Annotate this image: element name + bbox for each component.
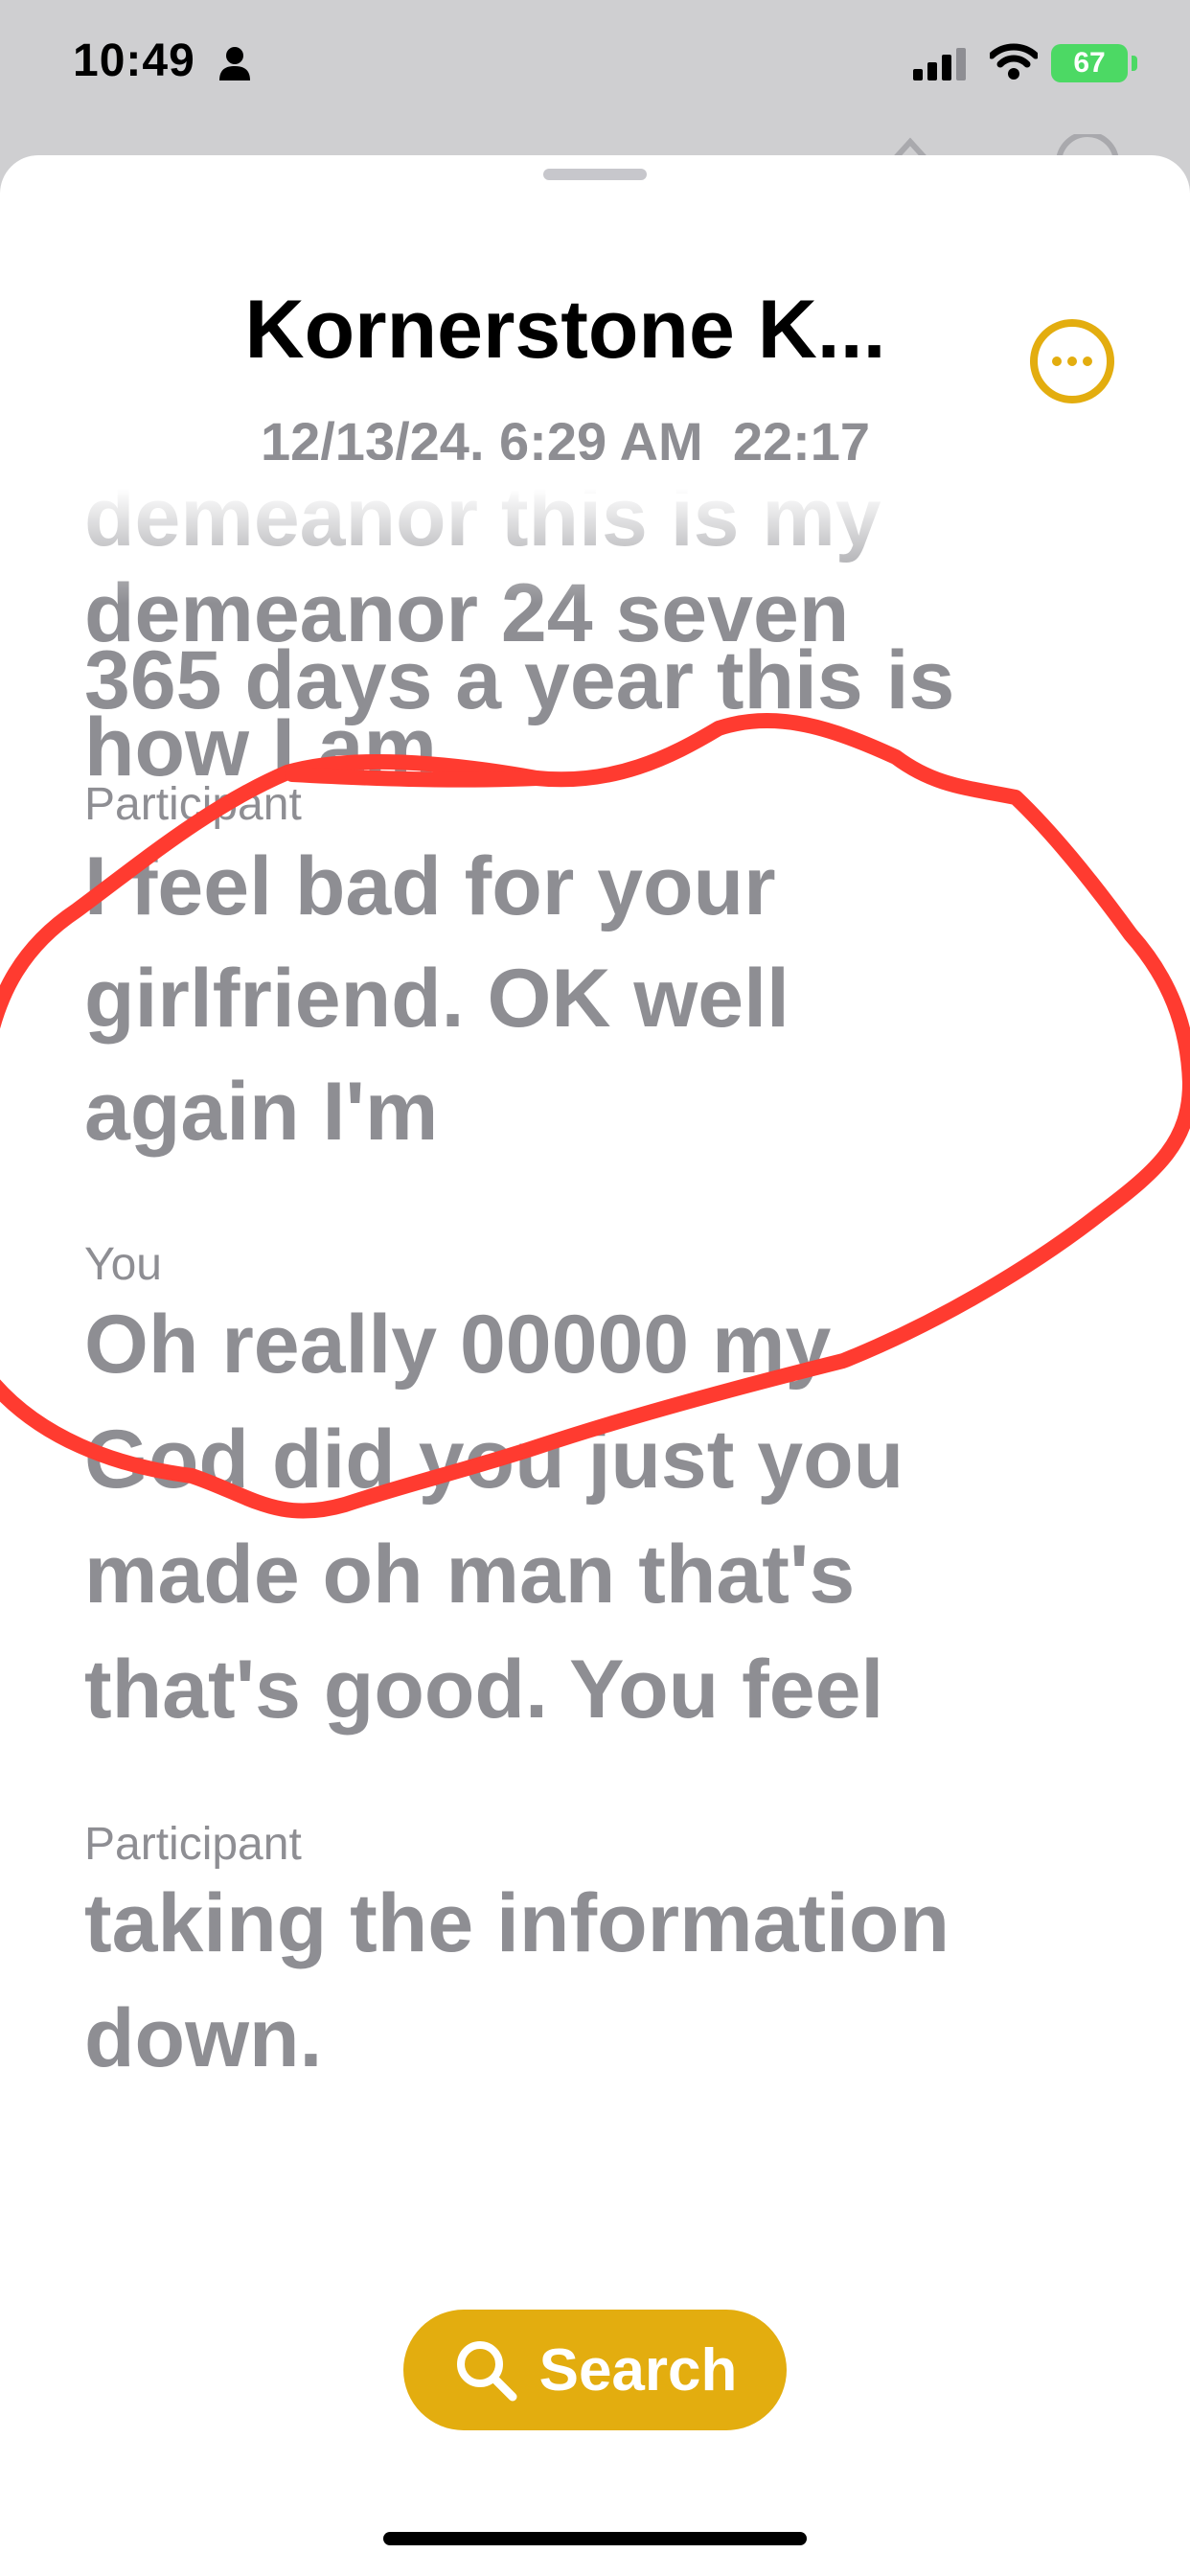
- recording-title: Kornerstone K...: [244, 284, 886, 376]
- status-bar: 10:49 67: [0, 0, 1190, 144]
- transcript-line: Oh really 00000 my: [84, 1299, 832, 1391]
- transcript-line: God did you just you: [84, 1414, 904, 1506]
- cellular-signal-icon: [913, 48, 966, 80]
- person-icon: [219, 47, 250, 80]
- more-options-button[interactable]: [1030, 319, 1114, 403]
- battery-level: 67: [1073, 47, 1106, 79]
- transcript[interactable]: demeanor this is my demeanor 24 seven 36…: [0, 460, 1190, 2262]
- wifi-icon: [990, 43, 1038, 80]
- transcript-line: taking the information: [84, 1877, 950, 1969]
- battery-charging-icon: 67: [1051, 44, 1128, 82]
- speaker-label: Participant: [84, 1819, 302, 1870]
- transcript-line: that's good. You feel: [84, 1644, 884, 1736]
- more-dot: [1083, 356, 1092, 366]
- transcript-line: girlfriend. OK well: [84, 953, 790, 1045]
- speaker-label: You: [84, 1239, 162, 1290]
- transcript-line: again I'm: [84, 1066, 439, 1158]
- home-indicator: [383, 2532, 807, 2545]
- transcript-line: I feel bad for your: [84, 840, 776, 932]
- status-time: 10:49: [73, 35, 195, 86]
- search-button[interactable]: Search: [403, 2310, 787, 2430]
- speaker-label: Participant: [84, 779, 302, 830]
- transcript-line: made oh man that's: [84, 1529, 856, 1621]
- transcript-line: down.: [84, 1992, 323, 2084]
- search-label: Search: [538, 2336, 738, 2404]
- more-dot: [1067, 356, 1077, 366]
- battery-cap: [1132, 56, 1137, 71]
- magnifying-glass-icon: [456, 2341, 517, 2402]
- sheet-grabber[interactable]: [543, 169, 647, 180]
- more-dot: [1052, 356, 1062, 366]
- transcript-line: demeanor this is my: [84, 472, 881, 564]
